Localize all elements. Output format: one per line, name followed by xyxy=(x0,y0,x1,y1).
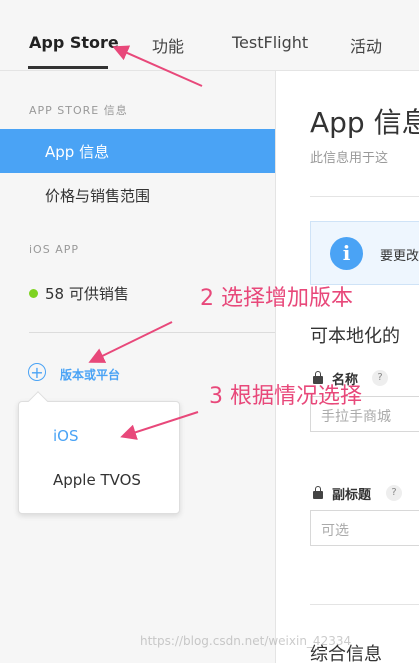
help-icon[interactable]: ? xyxy=(372,370,388,386)
lock-icon xyxy=(313,486,323,499)
content-divider xyxy=(310,196,419,197)
sidebar-item-pricing[interactable]: 价格与销售范围 xyxy=(0,173,275,217)
page-title: App 信息 xyxy=(310,106,419,139)
page-subtitle: 此信息用于这 xyxy=(310,151,389,166)
active-tab-indicator xyxy=(28,66,108,69)
tab-features[interactable]: 功能 xyxy=(152,33,184,57)
tab-testflight[interactable]: TestFlight xyxy=(232,33,308,52)
add-circle-icon[interactable]: + xyxy=(28,363,46,381)
watermark: https://blog.csdn.net/weixin_42334 xyxy=(140,634,352,648)
platform-popover: iOS Apple TVOS xyxy=(18,401,180,514)
sidebar-section-header-app-store: APP STORE 信息 xyxy=(29,104,128,117)
sidebar-section-header-ios-app: iOS APP xyxy=(29,243,79,256)
add-version-or-platform-button[interactable]: 版本或平台 xyxy=(60,366,120,383)
info-banner-text: 要更改 xyxy=(380,249,419,264)
popover-option-ios[interactable]: iOS xyxy=(53,427,79,445)
top-tab-bar: App Store 功能 TestFlight 活动 xyxy=(0,0,419,71)
tab-activity[interactable]: 活动 xyxy=(350,33,382,57)
content-divider xyxy=(310,604,419,605)
sidebar-item-label: App 信息 xyxy=(45,143,110,161)
annotation-step-2: 2 选择增加版本 xyxy=(200,286,353,311)
popover-option-apple-tvos[interactable]: Apple TVOS xyxy=(53,471,141,489)
status-dot-icon xyxy=(29,289,38,298)
sidebar-item-app-info[interactable]: App 信息 xyxy=(0,129,275,173)
help-icon[interactable]: ? xyxy=(386,485,402,501)
subtitle-field[interactable]: 可选 xyxy=(310,510,419,546)
subtitle-field-placeholder: 可选 xyxy=(321,523,349,539)
main-content: App 信息 此信息用于这 i 要更改 可本地化的 名称 ? 手拉手商城 副标题… xyxy=(276,71,419,663)
sidebar-item-version-for-sale[interactable]: 58 可供销售 xyxy=(45,283,129,304)
info-icon: i xyxy=(330,237,363,270)
tab-app-store[interactable]: App Store xyxy=(29,33,119,52)
annotation-step-3: 3 根据情况选择 xyxy=(209,384,362,409)
localizable-heading: 可本地化的 xyxy=(310,326,400,347)
sidebar-item-label: 价格与销售范围 xyxy=(45,187,151,205)
sidebar-divider xyxy=(29,332,275,333)
subtitle-field-label: 副标题 xyxy=(332,488,372,503)
